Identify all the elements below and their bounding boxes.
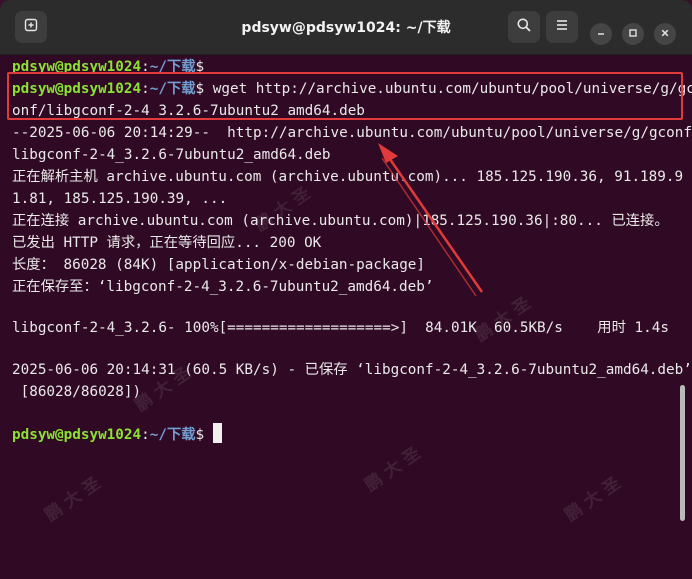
- hamburger-menu-icon: [554, 17, 570, 37]
- maximize-icon: [628, 28, 638, 41]
- close-button[interactable]: [654, 23, 676, 45]
- menu-button[interactable]: [546, 11, 578, 43]
- terminal-window: pdsyw@pdsyw1024: ~/下载 鹏 大 圣 鹏 大 圣 鹏 大 圣 …: [0, 0, 692, 579]
- annotation-arrow: [378, 143, 484, 297]
- title-bar: pdsyw@pdsyw1024: ~/下载: [0, 0, 692, 55]
- window-title: pdsyw@pdsyw1024: ~/下载: [241, 20, 451, 36]
- minimize-icon: [596, 28, 606, 41]
- search-icon: [516, 17, 532, 37]
- minimize-button[interactable]: [590, 23, 612, 45]
- close-icon: [660, 28, 670, 41]
- maximize-button[interactable]: [622, 23, 644, 45]
- search-button[interactable]: [508, 11, 540, 43]
- terminal-area[interactable]: 鹏 大 圣 鹏 大 圣 鹏 大 圣 鹏 大 圣 鹏 大 圣 鹏 大 圣 pdsy…: [0, 55, 692, 579]
